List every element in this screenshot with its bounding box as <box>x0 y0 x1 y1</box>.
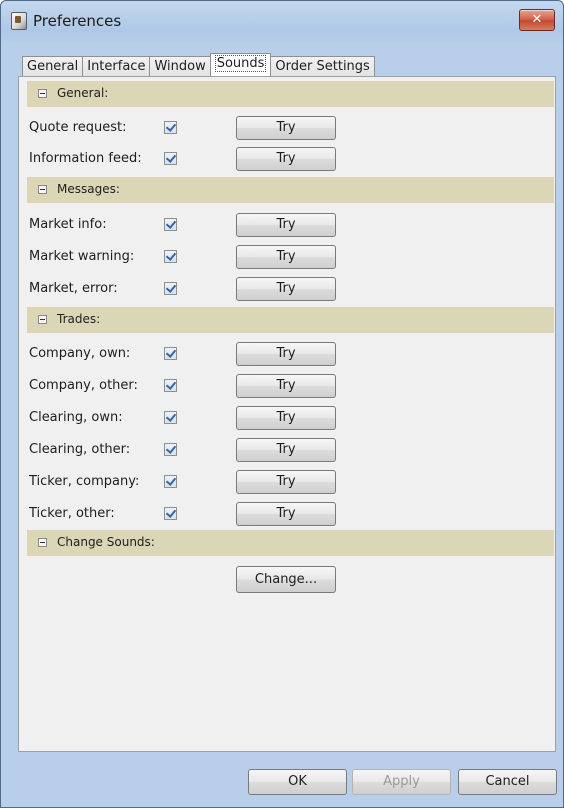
try-clearing-other-button[interactable]: Try <box>236 438 336 462</box>
section-title: General: <box>57 86 109 100</box>
collapse-icon[interactable] <box>38 538 47 547</box>
ticker-company-checkbox[interactable] <box>164 475 177 488</box>
section-header-trades[interactable]: Trades: <box>27 307 554 333</box>
tab-general[interactable]: General <box>22 56 84 76</box>
window-title: Preferences <box>33 12 122 30</box>
collapse-icon[interactable] <box>38 185 47 194</box>
row-label: Market, error: <box>29 281 118 296</box>
market-info-checkbox[interactable] <box>164 218 177 231</box>
section-title: Change Sounds: <box>57 535 155 549</box>
clearing-own-checkbox[interactable] <box>164 411 177 424</box>
company-other-checkbox[interactable] <box>164 379 177 392</box>
section-header-change-sounds[interactable]: Change Sounds: <box>27 530 554 556</box>
title-bar[interactable]: Preferences ✕ <box>1 1 563 45</box>
app-icon <box>11 12 27 30</box>
section-title: Messages: <box>57 182 120 196</box>
row-label: Company, other: <box>29 378 138 393</box>
try-company-own-button[interactable]: Try <box>236 342 336 366</box>
change-sounds-button[interactable]: Change... <box>236 566 336 593</box>
row-label: Information feed: <box>29 151 142 166</box>
try-ticker-company-button[interactable]: Try <box>236 470 336 494</box>
section-title: Trades: <box>57 312 101 326</box>
quote-request-checkbox[interactable] <box>164 121 177 134</box>
clearing-other-checkbox[interactable] <box>164 443 177 456</box>
row-label: Market info: <box>29 217 107 232</box>
row-label: Clearing, other: <box>29 442 131 457</box>
tab-order-settings[interactable]: Order Settings <box>270 56 375 76</box>
market-warning-checkbox[interactable] <box>164 250 177 263</box>
tab-strip: General Interface Window Sounds Order Se… <box>22 53 375 76</box>
cancel-button[interactable]: Cancel <box>458 769 557 795</box>
apply-button: Apply <box>352 769 451 795</box>
collapse-icon[interactable] <box>38 89 47 98</box>
section-header-messages[interactable]: Messages: <box>27 177 554 203</box>
row-label: Clearing, own: <box>29 410 123 425</box>
try-market-error-button[interactable]: Try <box>236 277 336 301</box>
try-market-info-button[interactable]: Try <box>236 213 336 237</box>
try-company-other-button[interactable]: Try <box>236 374 336 398</box>
row-label: Quote request: <box>29 120 127 135</box>
tab-window[interactable]: Window <box>149 56 211 76</box>
try-market-warning-button[interactable]: Try <box>236 245 336 269</box>
tab-interface[interactable]: Interface <box>82 56 151 76</box>
section-header-general[interactable]: General: <box>27 81 554 107</box>
try-quote-request-button[interactable]: Try <box>236 116 336 140</box>
market-error-checkbox[interactable] <box>164 282 177 295</box>
information-feed-checkbox[interactable] <box>164 152 177 165</box>
ok-button[interactable]: OK <box>248 769 347 795</box>
row-label: Market warning: <box>29 249 135 264</box>
try-information-feed-button[interactable]: Try <box>236 147 336 171</box>
row-label: Ticker, other: <box>29 506 115 521</box>
row-label: Ticker, company: <box>29 474 140 489</box>
row-label: Company, own: <box>29 346 131 361</box>
collapse-icon[interactable] <box>38 315 47 324</box>
tab-sounds-label: Sounds <box>214 55 267 72</box>
company-own-checkbox[interactable] <box>164 347 177 360</box>
try-clearing-own-button[interactable]: Try <box>236 406 336 430</box>
tab-sounds[interactable]: Sounds <box>209 53 272 76</box>
try-ticker-other-button[interactable]: Try <box>236 502 336 526</box>
close-button[interactable]: ✕ <box>519 9 555 31</box>
ticker-other-checkbox[interactable] <box>164 507 177 520</box>
